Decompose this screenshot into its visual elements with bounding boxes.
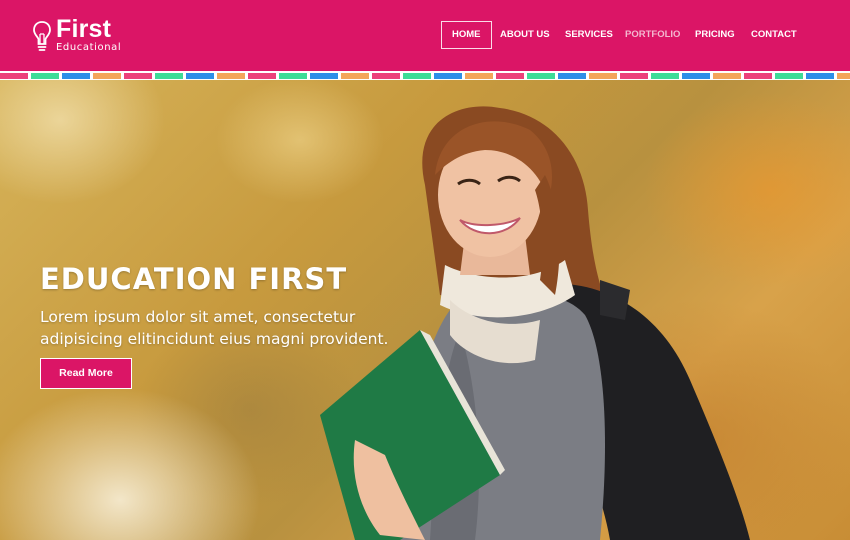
nav-pricing[interactable]: PRICING — [695, 21, 735, 49]
stripe-segment — [93, 72, 121, 79]
hero-banner: EDUCATION FIRST Lorem ipsum dolor sit am… — [0, 80, 850, 540]
nav-contact[interactable]: CONTACT — [751, 21, 797, 49]
stripe-segment — [124, 72, 152, 79]
hero-description: Lorem ipsum dolor sit amet, consectetur … — [40, 308, 389, 348]
stripe-segment — [248, 72, 276, 79]
stripe-segment — [62, 72, 90, 79]
color-stripe-divider — [0, 71, 850, 80]
lightbulb-icon — [33, 21, 51, 51]
stripe-segment — [527, 72, 555, 79]
stripe-segment — [775, 72, 803, 79]
stripe-segment — [589, 72, 617, 79]
stripe-segment — [155, 72, 183, 79]
stripe-segment — [372, 72, 400, 79]
stripe-segment — [806, 72, 834, 79]
stripe-segment — [465, 72, 493, 79]
stripe-segment — [279, 72, 307, 79]
stripe-segment — [682, 72, 710, 79]
stripe-segment — [744, 72, 772, 79]
nav-services[interactable]: SERVICES — [565, 21, 613, 49]
stripe-segment — [713, 72, 741, 79]
site-logo[interactable]: First Educational — [32, 15, 142, 58]
stripe-segment — [434, 72, 462, 79]
stripe-segment — [651, 72, 679, 79]
nav-portfolio[interactable]: PORTFOLIO — [625, 21, 680, 49]
stripe-segment — [0, 72, 28, 79]
stripe-segment — [186, 72, 214, 79]
nav-about-us[interactable]: ABOUT US — [500, 21, 550, 49]
stripe-segment — [341, 72, 369, 79]
stripe-segment — [620, 72, 648, 79]
nav-home[interactable]: HOME — [441, 21, 492, 49]
hero-title: EDUCATION FIRST — [40, 262, 348, 296]
stripe-segment — [403, 72, 431, 79]
stripe-segment — [837, 72, 850, 79]
read-more-button[interactable]: Read More — [40, 358, 132, 389]
stripe-segment — [558, 72, 586, 79]
brand-title: First — [56, 15, 112, 43]
stripe-segment — [310, 72, 338, 79]
site-header: First Educational HOME ABOUT US SERVICES… — [0, 0, 850, 71]
stripe-segment — [496, 72, 524, 79]
brand-subtitle: Educational — [56, 42, 122, 53]
stripe-segment — [31, 72, 59, 79]
stripe-segment — [217, 72, 245, 79]
